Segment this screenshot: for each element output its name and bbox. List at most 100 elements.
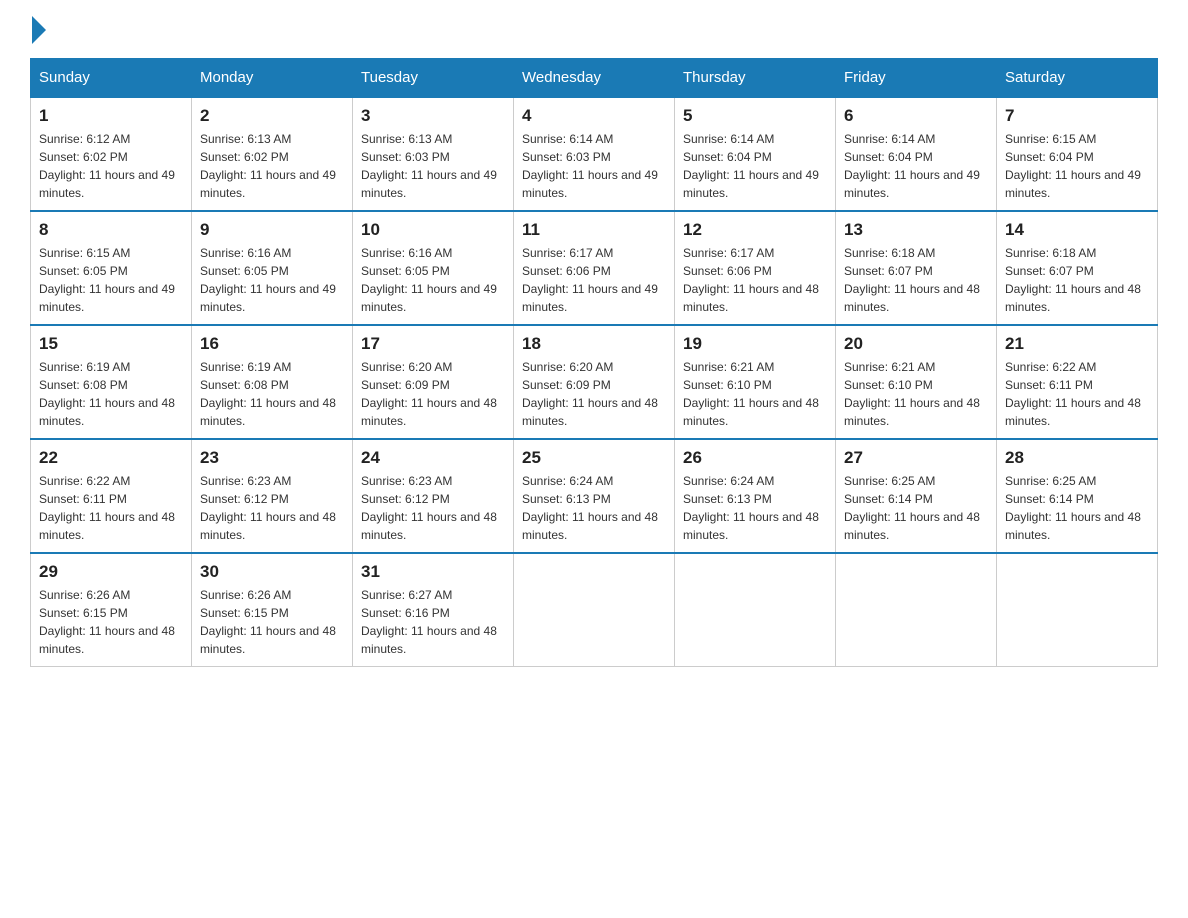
calendar-cell: 13 Sunrise: 6:18 AMSunset: 6:07 PMDayligh… [836, 211, 997, 325]
day-info: Sunrise: 6:13 AMSunset: 6:03 PMDaylight:… [361, 130, 505, 202]
day-number: 14 [1005, 220, 1149, 240]
calendar-cell: 16Sunrise: 6:19 AMSunset: 6:08 PMDayligh… [192, 325, 353, 439]
calendar-cell: 23 Sunrise: 6:23 AMSunset: 6:12 PMDayligh… [192, 439, 353, 553]
day-info: Sunrise: 6:17 AMSunset: 6:06 PMDaylight:… [522, 244, 666, 316]
calendar-cell: 22Sunrise: 6:22 AMSunset: 6:11 PMDayligh… [31, 439, 192, 553]
day-info: Sunrise: 6:21 AMSunset: 6:10 PMDaylight:… [844, 358, 988, 430]
calendar-cell [675, 553, 836, 667]
day-info: Sunrise: 6:15 AMSunset: 6:05 PMDaylight:… [39, 244, 183, 316]
day-number: 18 [522, 334, 666, 354]
day-number: 26 [683, 448, 827, 468]
week-row-2: 8 Sunrise: 6:15 AMSunset: 6:05 PMDaylight… [31, 211, 1158, 325]
calendar-cell: 20 Sunrise: 6:21 AMSunset: 6:10 PMDayligh… [836, 325, 997, 439]
day-info: Sunrise: 6:26 AMSunset: 6:15 PMDaylight:… [200, 586, 344, 658]
calendar-cell: 30 Sunrise: 6:26 AMSunset: 6:15 PMDayligh… [192, 553, 353, 667]
day-number: 13 [844, 220, 988, 240]
weekday-header-sunday: Sunday [31, 59, 192, 98]
day-number: 17 [361, 334, 505, 354]
day-number: 23 [200, 448, 344, 468]
calendar-cell: 2 Sunrise: 6:13 AMSunset: 6:02 PMDaylight… [192, 97, 353, 211]
day-info: Sunrise: 6:23 AMSunset: 6:12 PMDaylight:… [361, 472, 505, 544]
day-number: 5 [683, 106, 827, 126]
calendar-cell: 28 Sunrise: 6:25 AMSunset: 6:14 PMDayligh… [997, 439, 1158, 553]
day-info: Sunrise: 6:27 AMSunset: 6:16 PMDaylight:… [361, 586, 505, 658]
day-info: Sunrise: 6:16 AMSunset: 6:05 PMDaylight:… [361, 244, 505, 316]
weekday-header-monday: Monday [192, 59, 353, 98]
day-info: Sunrise: 6:24 AMSunset: 6:13 PMDaylight:… [683, 472, 827, 544]
header [30, 20, 1158, 38]
day-number: 25 [522, 448, 666, 468]
day-info: Sunrise: 6:21 AMSunset: 6:10 PMDaylight:… [683, 358, 827, 430]
calendar-cell: 12 Sunrise: 6:17 AMSunset: 6:06 PMDayligh… [675, 211, 836, 325]
day-info: Sunrise: 6:14 AMSunset: 6:04 PMDaylight:… [683, 130, 827, 202]
calendar-cell: 5 Sunrise: 6:14 AMSunset: 6:04 PMDaylight… [675, 97, 836, 211]
calendar-cell [997, 553, 1158, 667]
calendar-cell: 31 Sunrise: 6:27 AMSunset: 6:16 PMDayligh… [353, 553, 514, 667]
day-info: Sunrise: 6:25 AMSunset: 6:14 PMDaylight:… [1005, 472, 1149, 544]
calendar-cell: 6 Sunrise: 6:14 AMSunset: 6:04 PMDaylight… [836, 97, 997, 211]
header-row: SundayMondayTuesdayWednesdayThursdayFrid… [31, 59, 1158, 98]
day-info: Sunrise: 6:14 AMSunset: 6:03 PMDaylight:… [522, 130, 666, 202]
day-info: Sunrise: 6:14 AMSunset: 6:04 PMDaylight:… [844, 130, 988, 202]
day-number: 8 [39, 220, 183, 240]
calendar-cell: 9 Sunrise: 6:16 AMSunset: 6:05 PMDaylight… [192, 211, 353, 325]
calendar-cell: 10 Sunrise: 6:16 AMSunset: 6:05 PMDayligh… [353, 211, 514, 325]
day-info: Sunrise: 6:15 AMSunset: 6:04 PMDaylight:… [1005, 130, 1149, 202]
calendar-cell: 17 Sunrise: 6:20 AMSunset: 6:09 PMDayligh… [353, 325, 514, 439]
calendar-cell: 11 Sunrise: 6:17 AMSunset: 6:06 PMDayligh… [514, 211, 675, 325]
logo-arrow-icon [32, 16, 46, 44]
day-info: Sunrise: 6:12 AMSunset: 6:02 PMDaylight:… [39, 130, 183, 202]
day-number: 20 [844, 334, 988, 354]
weekday-header-saturday: Saturday [997, 59, 1158, 98]
day-info: Sunrise: 6:22 AMSunset: 6:11 PMDaylight:… [1005, 358, 1149, 430]
day-number: 6 [844, 106, 988, 126]
day-number: 31 [361, 562, 505, 582]
calendar-cell: 25 Sunrise: 6:24 AMSunset: 6:13 PMDayligh… [514, 439, 675, 553]
weekday-header-friday: Friday [836, 59, 997, 98]
calendar-cell: 1Sunrise: 6:12 AMSunset: 6:02 PMDaylight… [31, 97, 192, 211]
day-info: Sunrise: 6:17 AMSunset: 6:06 PMDaylight:… [683, 244, 827, 316]
day-number: 4 [522, 106, 666, 126]
day-number: 28 [1005, 448, 1149, 468]
day-info: Sunrise: 6:26 AMSunset: 6:15 PMDaylight:… [39, 586, 183, 658]
day-number: 12 [683, 220, 827, 240]
day-info: Sunrise: 6:23 AMSunset: 6:12 PMDaylight:… [200, 472, 344, 544]
day-number: 24 [361, 448, 505, 468]
calendar-cell: 15Sunrise: 6:19 AMSunset: 6:08 PMDayligh… [31, 325, 192, 439]
calendar-cell: 8 Sunrise: 6:15 AMSunset: 6:05 PMDaylight… [31, 211, 192, 325]
weekday-header-thursday: Thursday [675, 59, 836, 98]
day-number: 27 [844, 448, 988, 468]
day-number: 29 [39, 562, 183, 582]
week-row-1: 1Sunrise: 6:12 AMSunset: 6:02 PMDaylight… [31, 97, 1158, 211]
day-number: 3 [361, 106, 505, 126]
day-info: Sunrise: 6:24 AMSunset: 6:13 PMDaylight:… [522, 472, 666, 544]
week-row-3: 15Sunrise: 6:19 AMSunset: 6:08 PMDayligh… [31, 325, 1158, 439]
weekday-header-wednesday: Wednesday [514, 59, 675, 98]
calendar-cell [514, 553, 675, 667]
calendar-cell: 29 Sunrise: 6:26 AMSunset: 6:15 PMDayligh… [31, 553, 192, 667]
calendar-cell [836, 553, 997, 667]
calendar-cell: 18 Sunrise: 6:20 AMSunset: 6:09 PMDayligh… [514, 325, 675, 439]
day-number: 30 [200, 562, 344, 582]
day-info: Sunrise: 6:25 AMSunset: 6:14 PMDaylight:… [844, 472, 988, 544]
day-number: 19 [683, 334, 827, 354]
calendar-cell: 3 Sunrise: 6:13 AMSunset: 6:03 PMDaylight… [353, 97, 514, 211]
day-info: Sunrise: 6:20 AMSunset: 6:09 PMDaylight:… [522, 358, 666, 430]
day-number: 10 [361, 220, 505, 240]
day-number: 15 [39, 334, 183, 354]
calendar-cell: 21Sunrise: 6:22 AMSunset: 6:11 PMDayligh… [997, 325, 1158, 439]
logo [30, 20, 46, 38]
calendar-cell: 7 Sunrise: 6:15 AMSunset: 6:04 PMDaylight… [997, 97, 1158, 211]
day-number: 9 [200, 220, 344, 240]
day-info: Sunrise: 6:18 AMSunset: 6:07 PMDaylight:… [844, 244, 988, 316]
day-number: 7 [1005, 106, 1149, 126]
day-info: Sunrise: 6:20 AMSunset: 6:09 PMDaylight:… [361, 358, 505, 430]
day-number: 16 [200, 334, 344, 354]
day-info: Sunrise: 6:13 AMSunset: 6:02 PMDaylight:… [200, 130, 344, 202]
day-info: Sunrise: 6:16 AMSunset: 6:05 PMDaylight:… [200, 244, 344, 316]
calendar-cell: 26 Sunrise: 6:24 AMSunset: 6:13 PMDayligh… [675, 439, 836, 553]
calendar-cell: 24 Sunrise: 6:23 AMSunset: 6:12 PMDayligh… [353, 439, 514, 553]
day-info: Sunrise: 6:18 AMSunset: 6:07 PMDaylight:… [1005, 244, 1149, 316]
day-number: 11 [522, 220, 666, 240]
day-number: 2 [200, 106, 344, 126]
